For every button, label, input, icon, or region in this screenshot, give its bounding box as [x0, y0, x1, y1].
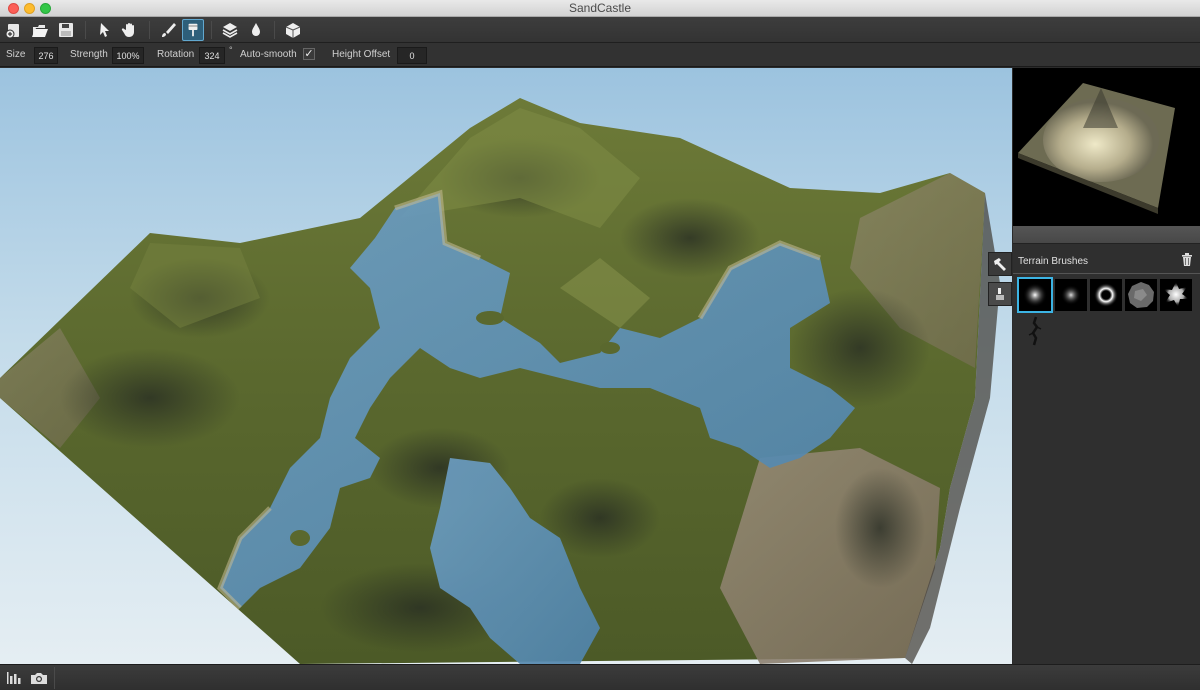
soft-round-brush-icon — [1023, 283, 1047, 307]
export-object-icon — [285, 23, 301, 38]
main-toolbar — [0, 17, 1200, 43]
autosmooth-label: Auto-smooth — [240, 49, 297, 60]
select-tool-button[interactable] — [93, 19, 115, 41]
layers-button[interactable] — [219, 19, 241, 41]
pan-hand-icon — [121, 23, 134, 37]
terrain-render — [0, 98, 1000, 664]
right-panel: Terrain Brushes — [1013, 68, 1200, 664]
brush-soft-round[interactable] — [1017, 277, 1053, 313]
open-icon — [32, 25, 48, 37]
export-button[interactable] — [282, 19, 304, 41]
autosmooth-checkbox[interactable]: ✓ — [303, 48, 315, 60]
terrain-brushes-title: Terrain Brushes — [1018, 256, 1089, 267]
ring-crater-brush-icon — [1094, 283, 1118, 307]
save-icon — [59, 23, 73, 37]
paint-tool-button[interactable] — [157, 19, 179, 41]
water-drop-icon — [252, 23, 260, 36]
rough-rock-brush-icon — [1128, 282, 1154, 308]
pan-tool-button[interactable] — [119, 19, 141, 41]
terrain-sculpt-button[interactable] — [182, 19, 204, 41]
strength-label: Strength — [70, 49, 108, 60]
preview-render — [1018, 83, 1175, 214]
degree-symbol: ° — [229, 45, 233, 55]
stats-bars-icon — [7, 672, 21, 684]
brush-soft-small[interactable] — [1055, 279, 1087, 311]
status-bar — [0, 664, 1200, 690]
paintbrush-icon — [162, 23, 176, 37]
strength-field[interactable]: 100% — [112, 47, 144, 64]
save-button[interactable] — [55, 19, 77, 41]
tools-tab[interactable] — [988, 252, 1012, 276]
brush-tab[interactable] — [988, 282, 1012, 306]
camera-icon — [31, 673, 47, 684]
terrain-brush-icon — [188, 23, 198, 37]
water-button[interactable] — [245, 19, 267, 41]
window-title: SandCastle — [568, 1, 632, 15]
brush-pen-icon — [996, 288, 1004, 300]
terrain-preview[interactable] — [1013, 68, 1200, 226]
layers-icon — [222, 23, 238, 38]
crack-brush-icon — [1028, 316, 1042, 346]
brush-ring-crater[interactable] — [1090, 279, 1122, 311]
size-label: Size — [6, 49, 26, 60]
panel-splitter[interactable] — [1013, 226, 1200, 244]
brush-options-bar: Size 276 Strength 100% Rotation 324 ° Au… — [0, 43, 1200, 67]
splatter-brush-icon — [1163, 282, 1189, 307]
rotation-label: Rotation — [157, 49, 195, 60]
height-offset-field[interactable]: 0 — [397, 47, 427, 64]
terrain-viewport[interactable] — [0, 68, 1012, 664]
trash-icon[interactable] — [1180, 252, 1194, 267]
open-button[interactable] — [29, 19, 51, 41]
brush-splatter[interactable] — [1160, 279, 1192, 311]
new-scene-icon — [5, 24, 19, 39]
size-field[interactable]: 276 — [34, 47, 58, 64]
soft-small-brush-icon — [1061, 285, 1081, 305]
height-offset-label: Height Offset — [332, 49, 391, 60]
screenshot-button[interactable] — [29, 669, 49, 687]
stats-button[interactable] — [4, 669, 24, 687]
title-bar: SandCastle — [0, 0, 1200, 17]
brush-crack[interactable] — [1019, 315, 1051, 347]
select-arrow-icon — [100, 23, 109, 37]
terrain-brushes-header: Terrain Brushes — [1013, 248, 1200, 270]
new-scene-button[interactable] — [3, 19, 25, 41]
hammer-tools-icon — [994, 258, 1006, 271]
sandcastle-window: SandCastle Size 276 Strength 100% Rotati… — [0, 0, 1200, 690]
brush-rough-rock[interactable] — [1125, 279, 1157, 311]
rotation-field[interactable]: 324 — [199, 47, 225, 64]
